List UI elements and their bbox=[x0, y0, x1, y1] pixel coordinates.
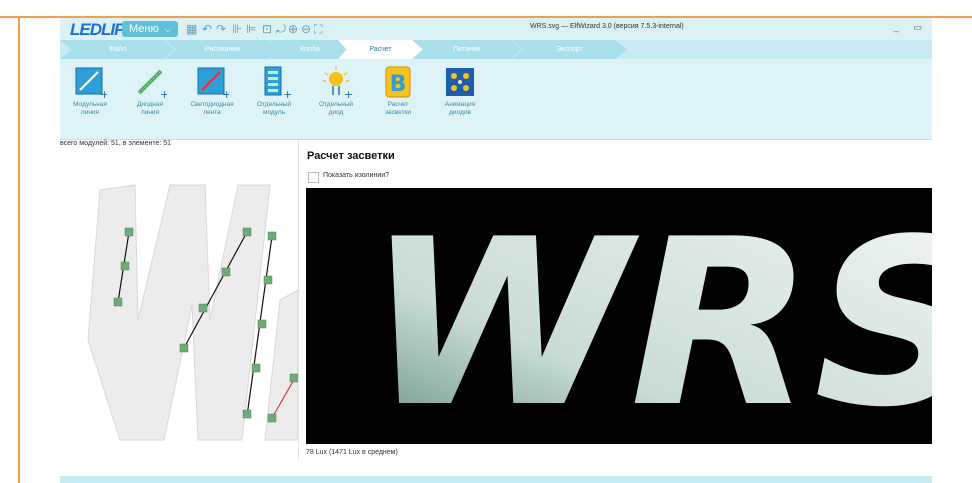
outer-frame-top bbox=[0, 0, 972, 18]
single-module-label-2: модуль bbox=[262, 109, 286, 116]
diode-animation-icon bbox=[443, 65, 477, 99]
single-module-icon: + bbox=[257, 65, 292, 101]
drawing-canvas[interactable]: всего модулей: 51, в элементе: 51 bbox=[60, 140, 299, 460]
module-line-label-1: Модульная bbox=[73, 101, 107, 108]
diode-line-label-1: Диодная bbox=[136, 101, 164, 108]
module-line-icon: + bbox=[73, 65, 109, 101]
led-strip-button[interactable]: + Светодиодная лента bbox=[184, 63, 240, 117]
single-module-label-1: Отдельный bbox=[256, 101, 292, 108]
zoom-out-icon[interactable]: ⊖ bbox=[301, 21, 311, 37]
illumination-dialog: Расчет засветки Показать изолинии? WRS 7… bbox=[300, 140, 932, 460]
svg-text:+: + bbox=[344, 88, 353, 99]
diode-animation-label-2: диодов bbox=[449, 109, 471, 116]
window-title: WRS.svg — ElfWizard 3.0 (версия 7.5.3-in… bbox=[530, 23, 684, 30]
diode-line-icon: + bbox=[133, 65, 169, 101]
tab-calculation-label: Расчет bbox=[369, 46, 392, 53]
tab-drawing[interactable]: Рисование bbox=[165, 40, 280, 59]
module-line-label-2: линия bbox=[80, 109, 100, 116]
app-logo: LEDLIF bbox=[70, 20, 124, 39]
illumination-calc-button[interactable]: B Расчет засветки bbox=[370, 63, 426, 117]
tab-power-label: Питание bbox=[453, 46, 481, 53]
save-icon[interactable]: ▦ bbox=[186, 21, 197, 37]
render-letters: WRS bbox=[366, 191, 932, 444]
outer-frame-left bbox=[18, 18, 20, 483]
ribbon-toolbar: + Модульная линия + Диодная линия + Свет… bbox=[60, 59, 932, 140]
tab-export[interactable]: Экспорт bbox=[512, 40, 627, 59]
illumination-render: WRS bbox=[306, 188, 932, 444]
svg-text:+: + bbox=[160, 88, 167, 99]
led-strip-label-2: лента bbox=[203, 109, 221, 116]
illumination-calc-icon: B bbox=[381, 65, 415, 99]
diode-line-label-2: линия bbox=[140, 109, 160, 116]
isolines-checkbox[interactable] bbox=[308, 172, 319, 183]
transform-icon[interactable]: ⊡ bbox=[262, 21, 272, 37]
zoom-in-icon[interactable]: ⊕ bbox=[288, 21, 298, 37]
svg-text:+: + bbox=[100, 88, 107, 99]
svg-text:B: B bbox=[390, 72, 407, 97]
chevron-down-icon: ⌵ bbox=[164, 25, 171, 34]
zoom-fit-icon[interactable]: ⛶ bbox=[314, 21, 322, 37]
lux-readout: 78 Lux (1471 Lux в среднем) bbox=[306, 449, 398, 456]
dialog-title: Расчет засветки bbox=[307, 150, 395, 162]
illumination-calc-label-2: засветки bbox=[384, 109, 412, 116]
led-strip-icon: + bbox=[195, 65, 231, 101]
tab-file-label: Файл bbox=[108, 46, 127, 53]
letter-outline-canvas bbox=[87, 184, 298, 441]
tab-calculation[interactable]: Расчет bbox=[338, 40, 423, 59]
led-strip-label-1: Светодиодная bbox=[190, 101, 234, 108]
tab-flask-label: Колба bbox=[300, 46, 320, 53]
module-line-button[interactable]: + Модульная линия bbox=[62, 63, 118, 117]
title-bar: LEDLIF Меню ⌵ ▦ ↶ ↷ ⊪ ⊫ ⊡ ⤾ ⊕ ⊖ ⛶ WRS.sv… bbox=[60, 18, 932, 40]
undo-icon[interactable]: ↶ bbox=[202, 21, 212, 37]
diode-animation-button[interactable]: Анимация диодов bbox=[432, 63, 488, 117]
isolines-checkbox-label: Показать изолинии? bbox=[323, 172, 390, 179]
tab-power[interactable]: Питание bbox=[412, 40, 522, 59]
tab-file[interactable]: Файл bbox=[60, 40, 175, 59]
redo-icon[interactable]: ↷ bbox=[216, 21, 226, 37]
illumination-render-image: WRS bbox=[306, 188, 932, 444]
svg-text:+: + bbox=[222, 88, 229, 99]
menu-button-label: Меню bbox=[129, 23, 159, 35]
single-diode-label-2: диод bbox=[328, 109, 344, 116]
single-diode-icon: + bbox=[319, 65, 353, 101]
rotate-icon[interactable]: ⤾ bbox=[276, 21, 286, 37]
tab-export-label: Экспорт bbox=[556, 46, 583, 53]
single-diode-button[interactable]: + Отдельный диод bbox=[308, 63, 364, 117]
align-icon[interactable]: ⊪ bbox=[232, 21, 242, 37]
app-window: LEDLIF Меню ⌵ ▦ ↶ ↷ ⊪ ⊫ ⊡ ⤾ ⊕ ⊖ ⛶ WRS.sv… bbox=[60, 18, 932, 483]
svg-text:+: + bbox=[283, 88, 291, 99]
single-module-button[interactable]: + Отдельный модуль bbox=[246, 63, 302, 117]
window-controls[interactable]: _ ▭ bbox=[894, 22, 928, 33]
distribute-icon[interactable]: ⊫ bbox=[246, 21, 256, 37]
illumination-calc-label-1: Расчет bbox=[387, 101, 409, 108]
diode-line-button[interactable]: + Диодная линия bbox=[122, 63, 178, 117]
menu-button[interactable]: Меню ⌵ bbox=[122, 21, 178, 37]
single-diode-label-1: Отдельный bbox=[318, 101, 354, 108]
tab-drawing-label: Рисование bbox=[204, 46, 241, 53]
status-bar bbox=[60, 476, 932, 483]
diode-animation-label-1: Анимация bbox=[444, 101, 476, 108]
tab-bar: Файл Рисование Колба Расчет Питание Эксп… bbox=[60, 40, 932, 59]
